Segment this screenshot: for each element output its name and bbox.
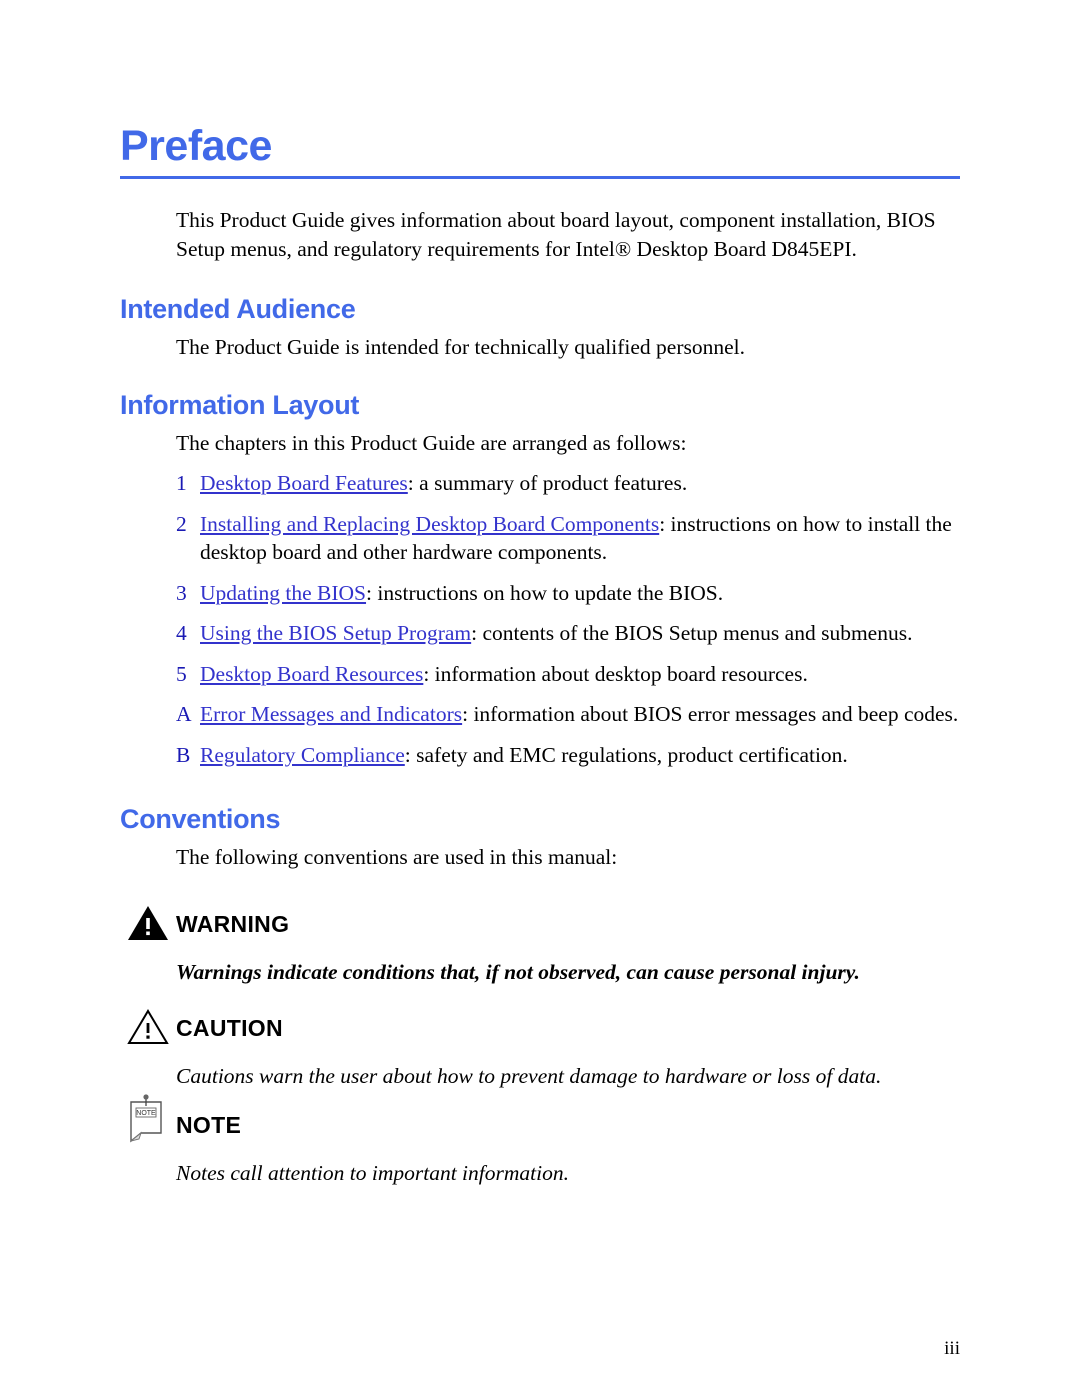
note-pad-icon: NOTE bbox=[124, 1093, 168, 1145]
list-item: 3 Updating the BIOS: instructions on how … bbox=[0, 579, 1080, 608]
information-layout-paragraph: The chapters in this Product Guide are a… bbox=[176, 430, 687, 455]
page-number: iii bbox=[944, 1338, 960, 1359]
chapter-description: : information about desktop board resour… bbox=[423, 661, 808, 686]
chapter-link[interactable]: Error Messages and Indicators bbox=[200, 702, 462, 726]
convention-warning-text: Warnings indicate conditions that, if no… bbox=[176, 959, 860, 984]
chapter-description: : information about BIOS error messages … bbox=[462, 702, 959, 726]
list-item: 5 Desktop Board Resources: information ab… bbox=[0, 660, 1080, 689]
chapter-marker: 3 bbox=[176, 580, 187, 605]
chapter-link[interactable]: Regulatory Compliance bbox=[200, 743, 405, 767]
document-content: This Product Guide gives information abo… bbox=[0, 196, 1080, 1187]
chapter-marker: 5 bbox=[176, 661, 187, 686]
section-heading-intended-audience: Intended Audience bbox=[120, 294, 356, 324]
caution-triangle-icon bbox=[126, 1008, 170, 1046]
convention-caution-header: CAUTION bbox=[127, 1008, 1080, 1048]
chapter-marker: 1 bbox=[176, 471, 187, 495]
chapter-description: : instructions on how to update the BIOS… bbox=[366, 580, 724, 605]
chapter-marker: 4 bbox=[176, 621, 187, 645]
list-item: A Error Messages and Indicators: informat… bbox=[0, 700, 1080, 729]
chapter-marker: B bbox=[176, 742, 191, 767]
chapter-link[interactable]: Desktop Board Features bbox=[200, 471, 408, 495]
convention-warning-label: WARNING bbox=[176, 910, 290, 937]
section-heading-information-layout: Information Layout bbox=[120, 389, 360, 420]
chapter-link[interactable]: Desktop Board Resources bbox=[200, 662, 423, 686]
chapter-link[interactable]: Updating the BIOS bbox=[200, 581, 366, 605]
chapter-marker: A bbox=[176, 702, 192, 726]
convention-warning: WARNING Warnings indicate conditions tha… bbox=[0, 904, 1080, 987]
convention-caution-text: Cautions warn the user about how to prev… bbox=[176, 1064, 882, 1088]
title-underline-rule bbox=[120, 176, 960, 179]
chapter-description: : safety and EMC regulations, product ce… bbox=[404, 742, 848, 767]
chapter-description: : contents of the BIOS Setup menus and s… bbox=[471, 621, 913, 645]
list-item: 1 Desktop Board Features: a summary of pr… bbox=[0, 469, 1080, 498]
conventions-paragraph: The following conventions are used in th… bbox=[176, 845, 618, 869]
convention-caution-label: CAUTION bbox=[176, 1015, 283, 1041]
page-title: Preface bbox=[120, 122, 272, 170]
chapter-link[interactable]: Using the BIOS Setup Program bbox=[200, 621, 471, 645]
convention-caution: CAUTION Cautions warn the user about how… bbox=[0, 1008, 1080, 1091]
list-item: B Regulatory Compliance: safety and EMC r… bbox=[0, 741, 1080, 770]
chapter-link[interactable]: Installing and Replacing Desktop Board C… bbox=[200, 512, 659, 536]
section-heading-conventions: Conventions bbox=[120, 804, 281, 834]
document-page: Preface This Product Guide gives informa… bbox=[0, 0, 1080, 1397]
list-item: 4 Using the BIOS Setup Program: contents … bbox=[0, 619, 1080, 648]
warning-triangle-icon bbox=[126, 904, 170, 942]
list-item: 2 Installing and Replacing Desktop Board … bbox=[0, 510, 1080, 567]
convention-note-text: Notes call attention to important inform… bbox=[176, 1160, 569, 1185]
intro-paragraph: This Product Guide gives information abo… bbox=[176, 208, 936, 261]
convention-note-header: NOTE NOTE bbox=[130, 1093, 1080, 1145]
intended-audience-paragraph: The Product Guide is intended for techni… bbox=[176, 335, 745, 359]
note-icon-text: NOTE bbox=[136, 1110, 156, 1117]
chapter-list: 1 Desktop Board Features: a summary of pr… bbox=[0, 469, 1080, 769]
chapter-description: : a summary of product features. bbox=[407, 471, 688, 495]
chapter-marker: 2 bbox=[176, 511, 187, 536]
convention-note: NOTE NOTE Notes call attention to import… bbox=[0, 1093, 1080, 1188]
convention-warning-header: WARNING bbox=[128, 904, 1080, 944]
convention-note-label: NOTE bbox=[176, 1111, 242, 1138]
